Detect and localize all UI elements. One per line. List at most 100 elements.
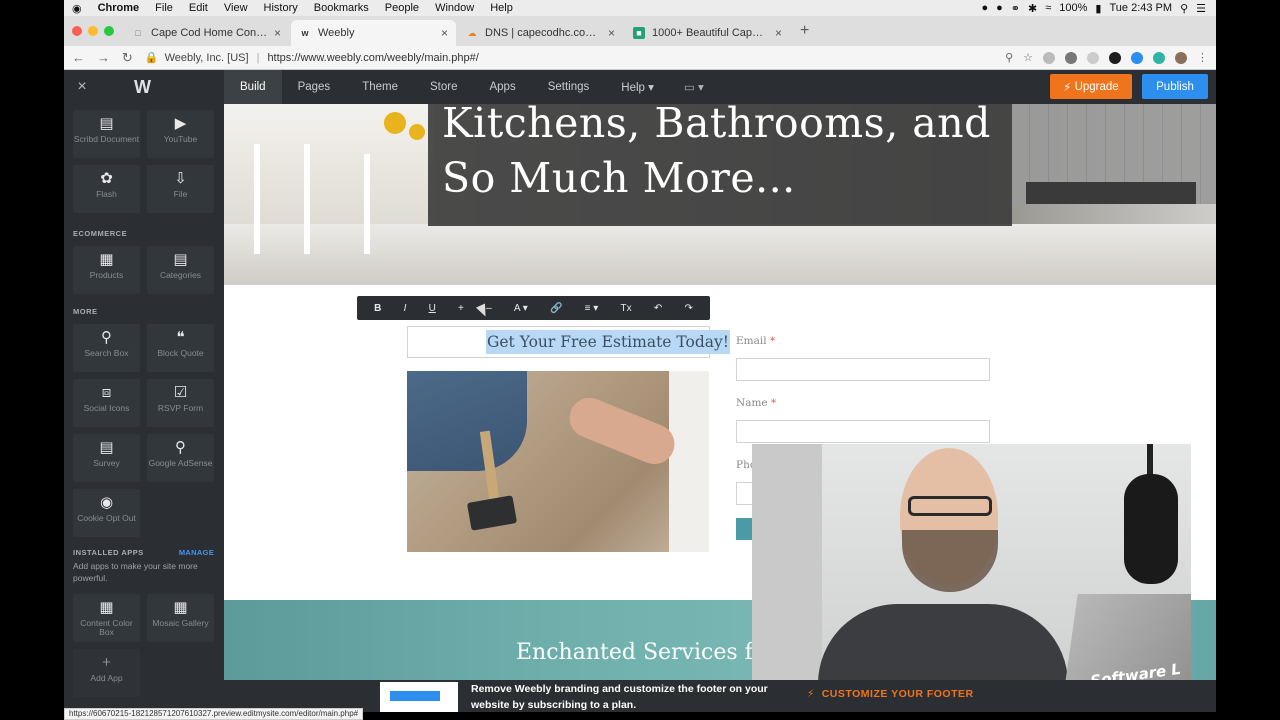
element-youtube[interactable]: ▶ YouTube [147, 110, 214, 158]
menu-edit[interactable]: Edit [181, 2, 216, 14]
tab-settings[interactable]: Settings [532, 70, 606, 104]
undo-button[interactable]: ↶ [654, 303, 662, 314]
hero-title-box[interactable]: Kitchens, Bathrooms, and So Much More... [428, 104, 1012, 226]
menu-view[interactable]: View [216, 2, 256, 14]
reload-icon[interactable]: ↻ [122, 50, 133, 66]
close-tab-icon[interactable]: × [274, 26, 281, 40]
heading-element[interactable]: Get Your Free Estimate Today! [407, 326, 731, 358]
spotlight-icon[interactable]: ⚲ [1180, 2, 1188, 15]
wifi-icon[interactable]: ≈ [1045, 2, 1051, 14]
toolbar-icons: ⚲ ☆ ⋮ [1005, 51, 1208, 64]
extension-icon[interactable] [1153, 51, 1165, 64]
estimate-heading[interactable]: Get Your Free Estimate Today! [486, 330, 731, 354]
glasses-icon[interactable]: ⚭ [1011, 2, 1020, 15]
element-scribd-document[interactable]: ▤ Scribd Document [73, 110, 140, 158]
menu-window[interactable]: Window [427, 2, 482, 14]
name-field[interactable] [736, 420, 990, 443]
underline-button[interactable]: U [429, 303, 436, 314]
font-size-up-button[interactable]: + [458, 303, 464, 314]
redo-button[interactable]: ↷ [684, 303, 692, 314]
close-icon[interactable]: × [64, 78, 100, 96]
new-tab-icon[interactable]: + [800, 22, 809, 40]
name-label: Name * [736, 397, 776, 409]
manage-apps-link[interactable]: MANAGE [179, 548, 214, 557]
element-products[interactable]: ▦ Products [73, 246, 140, 294]
menu-bookmarks[interactable]: Bookmarks [306, 2, 377, 14]
menu-file[interactable]: File [147, 2, 181, 14]
categories-icon: ▤ [173, 251, 188, 268]
element-block-quote[interactable]: ❝ Block Quote [147, 324, 214, 372]
upgrade-button[interactable]: ⚡ Upgrade [1050, 74, 1132, 99]
menu-help[interactable]: Help [482, 2, 521, 14]
browser-tab-active[interactable]: w Weebly × [291, 20, 456, 46]
tab-pages[interactable]: Pages [282, 70, 347, 104]
hero-banner[interactable]: Kitchens, Bathrooms, and So Much More... [224, 104, 1216, 285]
close-tab-icon[interactable]: × [608, 26, 615, 40]
element-rsvp-form[interactable]: ☑ RSVP Form [147, 379, 214, 427]
browser-tab[interactable]: ☁ DNS | capecodhc.com | Accou × [458, 20, 623, 46]
align-button[interactable]: ≡ ▾ [585, 303, 599, 314]
extension-icon[interactable] [1109, 51, 1121, 64]
element-google-adsense[interactable]: ⚲ Google AdSense [147, 434, 214, 482]
italic-button[interactable]: I [404, 303, 407, 314]
tab-help[interactable]: Help ▾ [605, 70, 670, 104]
forward-icon[interactable]: → [97, 50, 110, 65]
maximize-window-icon[interactable] [104, 26, 114, 36]
element-file[interactable]: ⇩ File [147, 165, 214, 213]
chrome-menu-icon[interactable]: ⋮ [1197, 51, 1208, 64]
menu-people[interactable]: People [377, 2, 427, 14]
extension-icon[interactable] [1065, 51, 1077, 64]
bookmark-star-icon[interactable]: ☆ [1023, 51, 1033, 64]
browser-tab[interactable]: □ Cape Cod Home Construction × [124, 20, 289, 46]
tab-apps[interactable]: Apps [473, 70, 531, 104]
bold-button[interactable]: B [374, 303, 381, 314]
add-app-button[interactable]: + Add App [73, 649, 140, 697]
link-button[interactable]: 🔗 [550, 303, 562, 314]
close-tab-icon[interactable]: × [441, 26, 448, 40]
device-preview-icon[interactable]: ▭ ▾ [670, 80, 718, 94]
notification-center-icon[interactable]: ☰ [1196, 2, 1206, 15]
record-icon[interactable]: ● [981, 2, 988, 14]
close-window-icon[interactable] [72, 26, 82, 36]
tab-theme[interactable]: Theme [346, 70, 414, 104]
close-tab-icon[interactable]: × [775, 26, 782, 40]
hero-title[interactable]: Kitchens, Bathrooms, and So Much More... [442, 104, 1002, 206]
bluetooth-icon[interactable]: ✱ [1028, 2, 1037, 15]
clear-format-button[interactable]: Tx [621, 303, 632, 314]
element-content-color-box[interactable]: ▦ Content Color Box [73, 594, 140, 642]
url-field[interactable]: https://www.weebly.com/weebly/main.php#/ [267, 52, 478, 64]
browser-tab[interactable]: ■ 1000+ Beautiful Cape Cod Hou × [625, 20, 790, 46]
element-flash[interactable]: ✿ Flash [73, 165, 140, 213]
services-title[interactable]: Enchanted Services for [516, 640, 777, 665]
battery-percent[interactable]: 100% [1059, 2, 1087, 14]
lock-icon[interactable]: 🔒 [145, 51, 159, 64]
extension-icon[interactable] [1043, 51, 1055, 64]
tab-build[interactable]: Build [224, 70, 282, 104]
promo-text: Remove Weebly branding and customize the… [471, 683, 768, 711]
element-social-icons[interactable]: ⧈ Social Icons [73, 379, 140, 427]
weebly-logo[interactable]: W [100, 77, 224, 98]
text-color-button[interactable]: A ▾ [514, 303, 528, 314]
element-categories[interactable]: ▤ Categories [147, 246, 214, 294]
tab-store[interactable]: Store [414, 70, 474, 104]
extension-icon[interactable] [1087, 51, 1099, 64]
avatar[interactable] [1175, 51, 1187, 64]
extension-icon[interactable] [1131, 51, 1143, 64]
flooring-photo[interactable] [407, 371, 709, 552]
minimize-window-icon[interactable] [88, 26, 98, 36]
customize-footer-button[interactable]: ⚡ CUSTOMIZE YOUR FOOTER [807, 688, 974, 700]
clock[interactable]: Tue 2:43 PM [1109, 2, 1172, 14]
element-mosaic-gallery[interactable]: ▦ Mosaic Gallery [147, 594, 214, 642]
element-search-box[interactable]: ⚲ Search Box [73, 324, 140, 372]
menu-history[interactable]: History [256, 2, 306, 14]
publish-button[interactable]: Publish [1142, 74, 1208, 99]
email-field[interactable] [736, 358, 990, 381]
site-identity[interactable]: Weebly, Inc. [US] [165, 52, 249, 64]
creative-cloud-icon[interactable]: ● [996, 2, 1003, 14]
element-cookie-opt-out[interactable]: ◉ Cookie Opt Out [73, 489, 140, 537]
key-icon[interactable]: ⚲ [1005, 51, 1013, 64]
element-survey[interactable]: ▤ Survey [73, 434, 140, 482]
back-icon[interactable]: ← [72, 50, 85, 65]
app-menu-chrome[interactable]: Chrome [90, 2, 148, 14]
apple-menu-icon[interactable]: ◉ [64, 2, 90, 15]
